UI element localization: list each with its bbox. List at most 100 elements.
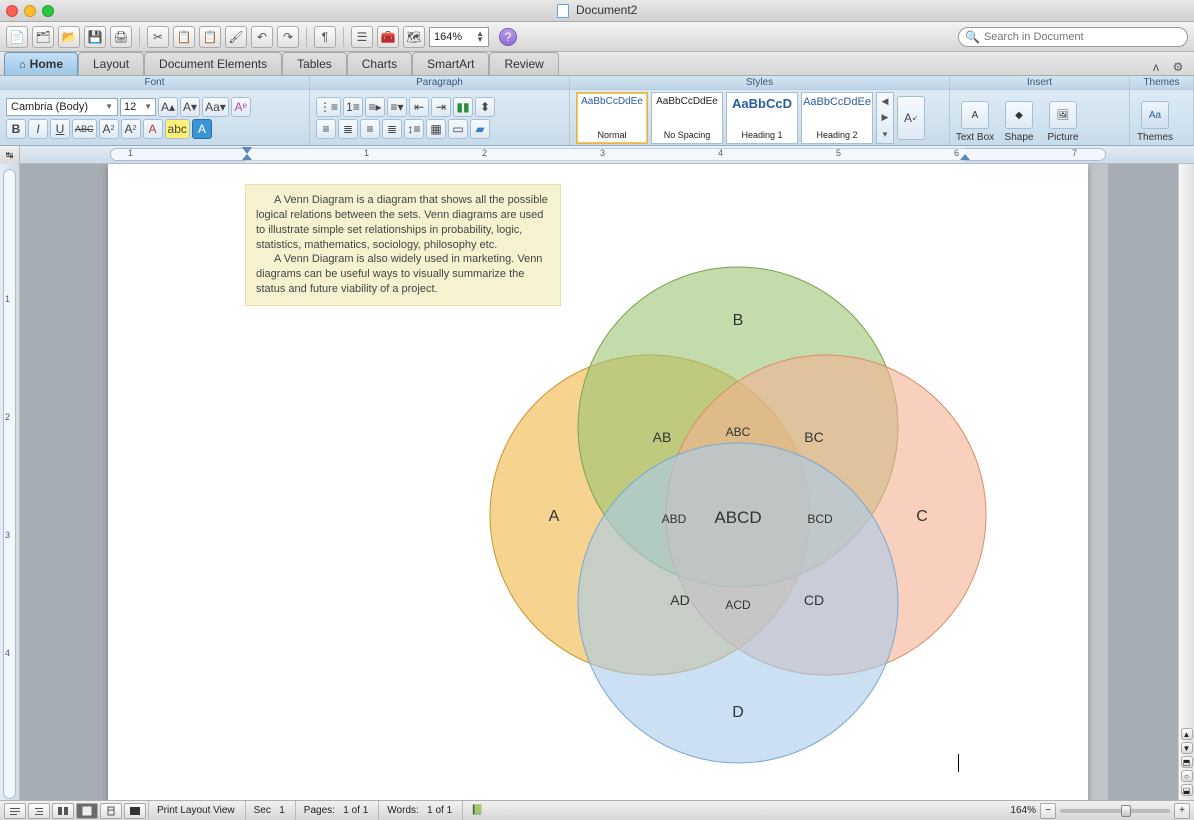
superscript-button[interactable]: A2 bbox=[99, 119, 119, 139]
align-left-button[interactable]: ≡ bbox=[316, 119, 336, 139]
tab-layout[interactable]: Layout bbox=[78, 52, 144, 75]
zoom-out-button[interactable]: − bbox=[1040, 803, 1056, 819]
italic-button[interactable]: I bbox=[28, 119, 48, 139]
ribbon: Font Cambria (Body)▼ 12▼ A▴ A▾ Aa▾ Aᵉ B … bbox=[0, 76, 1194, 146]
ruler-corner[interactable]: ↹ bbox=[0, 146, 20, 164]
tab-review[interactable]: Review bbox=[489, 52, 558, 75]
search-input[interactable] bbox=[984, 31, 1181, 43]
themes-button[interactable]: Aa Themes bbox=[1134, 96, 1176, 148]
text-effects-button[interactable]: A bbox=[192, 119, 212, 139]
zoom-slider-thumb[interactable] bbox=[1121, 805, 1131, 817]
group-themes-label: Themes bbox=[1130, 76, 1193, 90]
view-notebook-button[interactable] bbox=[100, 803, 122, 819]
borders-button[interactable]: ▭ bbox=[448, 119, 468, 139]
increase-indent-button[interactable]: ⇥ bbox=[431, 97, 451, 117]
format-painter-button[interactable]: 🖌 bbox=[225, 26, 247, 48]
status-spellcheck[interactable]: 📗 bbox=[462, 801, 491, 820]
style-heading-1[interactable]: AaBbCcD Heading 1 bbox=[726, 92, 798, 144]
redo-button[interactable]: ↷ bbox=[277, 26, 299, 48]
shading-button[interactable]: ▦ bbox=[426, 119, 446, 139]
hanging-indent-marker[interactable] bbox=[242, 154, 252, 163]
venn-diagram[interactable]: A B C D AB BC ABC ABD ABCD BCD AD ACD CD bbox=[418, 229, 1058, 800]
font-size-select[interactable]: 12▼ bbox=[120, 98, 156, 116]
gallery-button[interactable]: 🗺 bbox=[403, 26, 425, 48]
window-title: Document2 bbox=[0, 3, 1194, 18]
align-center-button[interactable]: ≣ bbox=[338, 119, 358, 139]
view-focus-button[interactable] bbox=[124, 803, 146, 819]
help-button[interactable]: ? bbox=[499, 28, 517, 46]
line-spacing-button[interactable]: ↕≡ bbox=[404, 119, 424, 139]
next-page-button[interactable]: ⬓ bbox=[1181, 784, 1193, 796]
insert-picture-button[interactable]: 🖼 Picture bbox=[1042, 96, 1084, 148]
view-outline-button[interactable] bbox=[28, 803, 50, 819]
align-right-button[interactable]: ≡ bbox=[360, 119, 380, 139]
paste-button[interactable]: 📋 bbox=[199, 26, 221, 48]
underline-button[interactable]: U bbox=[50, 119, 70, 139]
align-group-button[interactable]: ≡▾ bbox=[387, 97, 407, 117]
text-cursor bbox=[958, 754, 959, 772]
insert-textbox-button[interactable]: A Text Box bbox=[954, 96, 996, 148]
text-styles-button[interactable]: A↙ bbox=[897, 96, 925, 140]
vertical-scrollbar[interactable]: ▲ ▼ ⬒ ○ ⬓ bbox=[1178, 164, 1194, 800]
vertical-ruler[interactable]: 1 2 3 4 bbox=[0, 164, 20, 800]
search-field[interactable]: 🔍 bbox=[958, 27, 1188, 47]
print-button[interactable]: 🖨 bbox=[110, 26, 132, 48]
style-normal[interactable]: AaBbCcDdEe Normal bbox=[576, 92, 648, 144]
separator bbox=[306, 27, 307, 47]
save-button[interactable]: 💾 bbox=[84, 26, 106, 48]
document-viewport[interactable]: A Venn Diagram is a diagram that shows a… bbox=[20, 164, 1194, 800]
tab-document-elements[interactable]: Document Elements bbox=[144, 52, 282, 75]
zoom-slider[interactable] bbox=[1060, 809, 1170, 813]
copy-button[interactable]: 📋 bbox=[173, 26, 195, 48]
ribbon-settings-button[interactable]: ⚙ bbox=[1170, 59, 1186, 75]
zoom-select[interactable]: 164% ▲▼ bbox=[429, 27, 489, 47]
venn-label-b: B bbox=[733, 312, 744, 329]
grow-font-button[interactable]: A▴ bbox=[158, 97, 178, 117]
tab-tables[interactable]: Tables bbox=[282, 52, 347, 75]
style-no-spacing[interactable]: AaBbCcDdEe No Spacing bbox=[651, 92, 723, 144]
style-gallery-nav[interactable]: ◀▶▾ bbox=[876, 92, 894, 144]
paint-bucket-button[interactable]: ▰ bbox=[470, 119, 490, 139]
toolbox-button[interactable]: 🧰 bbox=[377, 26, 399, 48]
scroll-up-button[interactable]: ▲ bbox=[1181, 728, 1193, 740]
prev-page-button[interactable]: ⬒ bbox=[1181, 756, 1193, 768]
undo-button[interactable]: ↶ bbox=[251, 26, 273, 48]
multilevel-list-button[interactable]: ≡▸ bbox=[365, 97, 385, 117]
cut-button[interactable]: ✂ bbox=[147, 26, 169, 48]
object-browse-button[interactable]: ○ bbox=[1181, 770, 1193, 782]
view-draft-button[interactable] bbox=[4, 803, 26, 819]
bullets-button[interactable]: ⋮≡ bbox=[316, 97, 341, 117]
subscript-button[interactable]: A2 bbox=[121, 119, 141, 139]
shrink-font-button[interactable]: A▾ bbox=[180, 97, 200, 117]
show-formatting-button[interactable]: ¶ bbox=[314, 26, 336, 48]
sort-button[interactable]: ⬍ bbox=[475, 97, 495, 117]
view-publishing-button[interactable] bbox=[52, 803, 74, 819]
ribbon-collapse-button[interactable]: ʌ bbox=[1148, 59, 1164, 75]
highlight-button[interactable]: abc bbox=[165, 119, 190, 139]
change-case-button[interactable]: Aa▾ bbox=[202, 97, 229, 117]
style-heading-2[interactable]: AaBbCcDdEe Heading 2 bbox=[801, 92, 873, 144]
font-color-button[interactable]: A bbox=[143, 119, 163, 139]
zoom-in-button[interactable]: + bbox=[1174, 803, 1190, 819]
tab-smartart[interactable]: SmartArt bbox=[412, 52, 489, 75]
clear-formatting-button[interactable]: Aᵉ bbox=[231, 97, 251, 117]
decrease-indent-button[interactable]: ⇤ bbox=[409, 97, 429, 117]
numbering-button[interactable]: 1≡ bbox=[343, 97, 363, 117]
columns-button[interactable]: ▮▮ bbox=[453, 97, 473, 117]
view-print-layout-button[interactable] bbox=[76, 803, 98, 819]
font-family-select[interactable]: Cambria (Body)▼ bbox=[6, 98, 118, 116]
new-doc-button[interactable]: 📄 bbox=[6, 26, 28, 48]
document-page[interactable]: A Venn Diagram is a diagram that shows a… bbox=[108, 164, 1088, 800]
bold-button[interactable]: B bbox=[6, 119, 26, 139]
scroll-down-button[interactable]: ▼ bbox=[1181, 742, 1193, 754]
insert-shape-button[interactable]: ◆ Shape bbox=[998, 96, 1040, 148]
tab-home[interactable]: ⌂Home bbox=[4, 52, 78, 75]
tab-charts[interactable]: Charts bbox=[347, 52, 412, 75]
open-button[interactable]: 📂 bbox=[58, 26, 80, 48]
right-indent-marker[interactable] bbox=[960, 154, 970, 163]
sidebar-toggle-button[interactable]: ☰ bbox=[351, 26, 373, 48]
horizontal-ruler[interactable]: ↹ 1 1 2 3 4 5 6 7 bbox=[0, 146, 1194, 164]
justify-button[interactable]: ≣ bbox=[382, 119, 402, 139]
new-from-template-button[interactable]: 🗂 bbox=[32, 26, 54, 48]
strikethrough-button[interactable]: ABC bbox=[72, 119, 97, 139]
